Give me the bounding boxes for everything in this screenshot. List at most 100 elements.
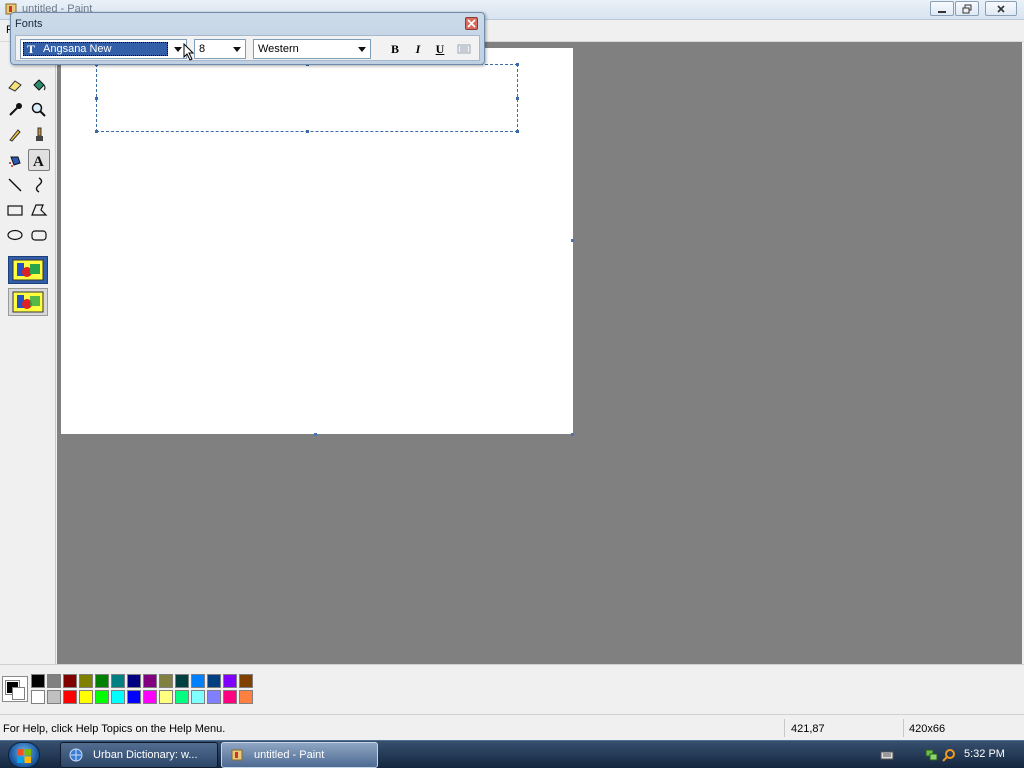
- color-swatch[interactable]: [127, 690, 141, 704]
- color-swatch[interactable]: [31, 690, 45, 704]
- rectangle-icon: [7, 205, 23, 216]
- color-swatch[interactable]: [143, 674, 157, 688]
- color-swatch[interactable]: [223, 690, 237, 704]
- pencil-tool[interactable]: [4, 124, 26, 146]
- font-size-value: 8: [199, 43, 206, 55]
- color-swatch[interactable]: [111, 674, 125, 688]
- color-swatch[interactable]: [31, 674, 45, 688]
- canvas-resize-handle[interactable]: [571, 433, 574, 436]
- color-swatch[interactable]: [111, 690, 125, 704]
- taskbar: Urban Dictionary: w... untitled - Paint …: [0, 740, 1024, 768]
- close-icon: [997, 4, 1005, 13]
- fonts-close-button[interactable]: [465, 17, 478, 30]
- resize-handle[interactable]: [95, 97, 98, 100]
- magnifier-icon: [31, 102, 46, 117]
- toolbox: A: [0, 42, 56, 664]
- bold-button[interactable]: B: [386, 41, 404, 57]
- color-swatch[interactable]: [207, 690, 221, 704]
- workspace: [57, 42, 1022, 664]
- close-window-button[interactable]: [985, 1, 1017, 16]
- drawing-canvas[interactable]: [61, 48, 573, 434]
- fill-bucket-icon: [33, 79, 46, 91]
- color-swatch[interactable]: [79, 690, 93, 704]
- resize-handle[interactable]: [516, 130, 519, 133]
- text-tool[interactable]: A: [28, 149, 50, 171]
- close-icon: [467, 19, 476, 28]
- color-swatch[interactable]: [95, 674, 109, 688]
- taskbar-item-label: Urban Dictionary: w...: [93, 749, 198, 761]
- taskbar-item-paint[interactable]: untitled - Paint: [221, 742, 378, 768]
- chevron-down-icon: [229, 40, 245, 58]
- color-swatch[interactable]: [239, 690, 253, 704]
- resize-handle[interactable]: [95, 130, 98, 133]
- resize-handle[interactable]: [516, 63, 519, 66]
- brush-tool[interactable]: [28, 124, 50, 146]
- text-a-icon: A: [33, 154, 44, 169]
- color-swatch[interactable]: [47, 674, 61, 688]
- minimize-icon: [938, 10, 946, 13]
- taskbar-item-browser[interactable]: Urban Dictionary: w...: [60, 742, 218, 768]
- canvas-resize-handle[interactable]: [571, 239, 574, 242]
- line-icon: [8, 178, 22, 192]
- curve-icon: [35, 177, 43, 193]
- underline-button[interactable]: U: [431, 41, 449, 57]
- text-box-selection[interactable]: [95, 63, 519, 133]
- network-icon[interactable]: [924, 748, 938, 762]
- polygon-tool[interactable]: [28, 199, 50, 221]
- start-button[interactable]: [8, 742, 40, 768]
- clock: 5:32 PM: [964, 748, 1005, 760]
- color-swatch[interactable]: [95, 690, 109, 704]
- eraser-tool[interactable]: [4, 74, 26, 96]
- fill-tool[interactable]: [28, 74, 50, 96]
- transparent-background-option[interactable]: [8, 288, 48, 316]
- pick-color-tool[interactable]: [4, 99, 26, 121]
- color-swatch[interactable]: [191, 690, 205, 704]
- script-dropdown[interactable]: Western: [253, 39, 371, 59]
- resize-handle[interactable]: [516, 97, 519, 100]
- font-size-dropdown[interactable]: 8: [194, 39, 246, 59]
- rounded-rectangle-tool[interactable]: [28, 224, 50, 246]
- color-swatch[interactable]: [79, 674, 93, 688]
- color-swatch[interactable]: [127, 674, 141, 688]
- color-swatch[interactable]: [223, 674, 237, 688]
- color-swatch[interactable]: [143, 690, 157, 704]
- color-swatch[interactable]: [239, 674, 253, 688]
- script-value: Western: [258, 43, 299, 55]
- vertical-text-icon: [457, 44, 471, 54]
- italic-button[interactable]: I: [409, 41, 427, 57]
- color-swatch[interactable]: [63, 690, 77, 704]
- color-swatch[interactable]: [159, 674, 173, 688]
- ellipse-tool[interactable]: [4, 224, 26, 246]
- status-divider: [903, 719, 904, 737]
- airbrush-tool[interactable]: [4, 149, 26, 171]
- magnifier-tool[interactable]: [28, 99, 50, 121]
- opaque-background-option[interactable]: [8, 256, 48, 284]
- color-swatch[interactable]: [159, 690, 173, 704]
- minimize-button[interactable]: [930, 1, 954, 16]
- restore-button[interactable]: [955, 1, 979, 16]
- font-name-dropdown[interactable]: T Angsana New: [20, 39, 187, 59]
- font-name-value: Angsana New: [43, 43, 112, 55]
- status-bar: For Help, click Help Topics on the Help …: [0, 714, 1024, 740]
- status-help-text: For Help, click Help Topics on the Help …: [3, 723, 226, 735]
- curve-tool[interactable]: [28, 174, 50, 196]
- canvas-resize-handle[interactable]: [314, 433, 317, 436]
- browser-icon: [69, 748, 83, 762]
- color-swatch[interactable]: [175, 690, 189, 704]
- color-swatch[interactable]: [47, 690, 61, 704]
- restore-icon: [962, 4, 972, 13]
- cursor-coordinates: 421,87: [791, 723, 825, 735]
- resize-handle[interactable]: [306, 130, 309, 133]
- search-icon[interactable]: [942, 748, 956, 762]
- color-swatch[interactable]: [175, 674, 189, 688]
- vertical-text-button[interactable]: [455, 41, 473, 57]
- color-swatch[interactable]: [63, 674, 77, 688]
- keyboard-icon[interactable]: [880, 748, 894, 762]
- truetype-icon: T: [27, 42, 36, 56]
- polygon-icon: [31, 204, 48, 216]
- color-swatch[interactable]: [191, 674, 205, 688]
- line-tool[interactable]: [4, 174, 26, 196]
- fonts-toolbar: Fonts T Angsana New 8 Western B I U: [10, 12, 485, 65]
- color-swatch[interactable]: [207, 674, 221, 688]
- rectangle-tool[interactable]: [4, 199, 26, 221]
